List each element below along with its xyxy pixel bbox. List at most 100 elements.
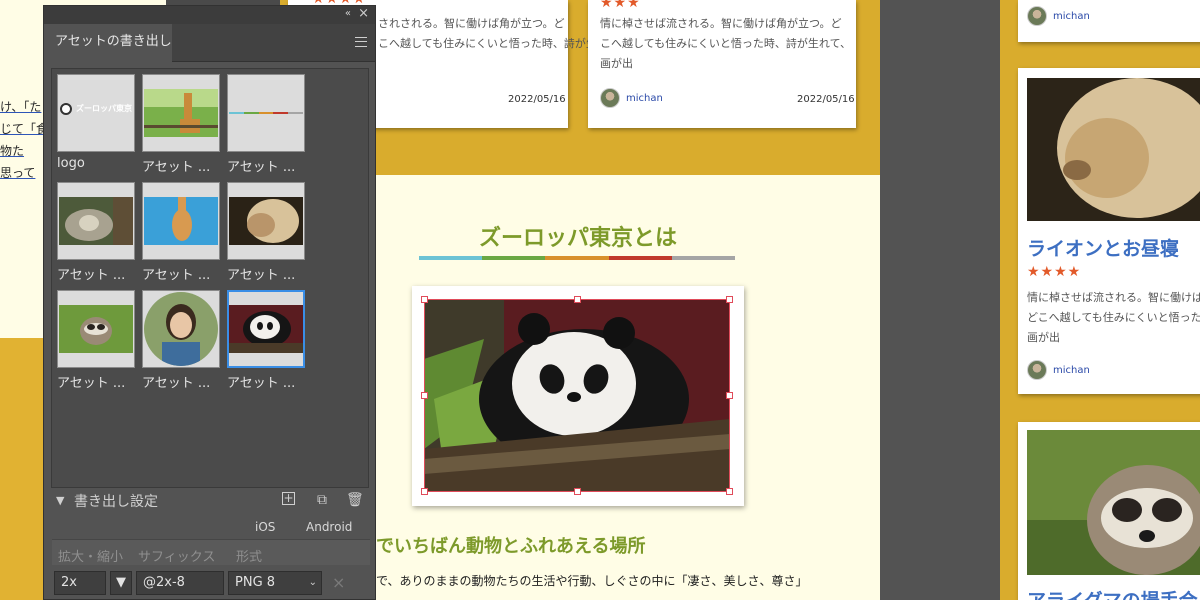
asset-thumbnail[interactable] bbox=[227, 74, 305, 152]
asset-label[interactable]: アセット ... bbox=[142, 156, 220, 175]
panel-titlebar[interactable]: « × bbox=[44, 6, 375, 24]
card-author[interactable]: michan bbox=[1027, 6, 1090, 26]
panda-image bbox=[229, 305, 303, 353]
raccoon-thumb-illustration bbox=[59, 305, 133, 353]
lion-photo bbox=[1027, 78, 1200, 221]
asset-label[interactable]: アセット ... bbox=[227, 264, 305, 283]
export-settings-header: ▼ 書き出し設定 + ⧉ 🗑 bbox=[52, 490, 372, 512]
asset-label[interactable]: logo bbox=[57, 156, 135, 171]
card-author[interactable]: michan bbox=[600, 88, 663, 108]
underline-segment bbox=[482, 256, 546, 260]
resize-handle[interactable] bbox=[726, 392, 733, 399]
asset-thumbnail[interactable] bbox=[227, 290, 305, 368]
left-page-line[interactable]: け、「た bbox=[0, 98, 41, 115]
tiger-image bbox=[59, 197, 133, 245]
raccoon-illustration bbox=[1027, 430, 1200, 575]
asset-thumbnail[interactable] bbox=[57, 182, 135, 260]
left-page-line[interactable]: 物た bbox=[0, 142, 24, 159]
scale-dropdown-button[interactable]: ▼ bbox=[110, 571, 132, 595]
asset-thumbnail[interactable] bbox=[142, 182, 220, 260]
asset-item[interactable]: アセット ... bbox=[142, 182, 220, 283]
asset-thumbnail[interactable] bbox=[142, 290, 220, 368]
format-select[interactable]: PNG 8 ⌄ bbox=[228, 571, 322, 595]
resize-handle[interactable] bbox=[421, 488, 428, 495]
card-excerpt: されされる。智に働けば角が立つ。ど bbox=[378, 17, 565, 30]
giraffe-field-illustration bbox=[144, 89, 218, 137]
left-page-line[interactable]: じて「食 bbox=[0, 120, 48, 137]
card-excerpt: どこへ越しても住みにくいと悟った bbox=[1027, 311, 1200, 324]
scale-input[interactable]: 2x bbox=[54, 571, 106, 595]
article-card[interactable]: ★★★ 情に棹させば流される。智に働けば角が立つ。ど こへ越しても住みにくいと悟… bbox=[588, 0, 856, 128]
asset-label[interactable]: アセット ... bbox=[142, 264, 220, 283]
triangle-down-icon[interactable]: ▼ bbox=[56, 494, 64, 507]
article-card[interactable]: michan bbox=[1018, 0, 1200, 42]
resize-handle[interactable] bbox=[574, 296, 581, 303]
suffix-input[interactable]: @2x-8 bbox=[136, 571, 224, 595]
color-line-image bbox=[229, 112, 303, 114]
duplicate-icon[interactable]: ⧉ bbox=[314, 492, 330, 508]
resize-handle[interactable] bbox=[421, 392, 428, 399]
underline-segment bbox=[671, 256, 736, 260]
format-select-value: PNG 8 bbox=[235, 575, 276, 590]
ios-preset-button[interactable]: iOS bbox=[255, 520, 275, 534]
asset-thumbnail[interactable] bbox=[227, 182, 305, 260]
card-excerpt: 画が出 bbox=[1027, 331, 1060, 344]
card-excerpt: 情に棹させば流される。智に働けば bbox=[1027, 291, 1200, 304]
card-date: 2022/05/16 bbox=[797, 94, 855, 105]
resize-handle[interactable] bbox=[421, 296, 428, 303]
rating-stars: ★★★★ bbox=[1027, 264, 1082, 280]
android-preset-button[interactable]: Android bbox=[306, 520, 352, 534]
asset-item[interactable]: アセット ... bbox=[57, 290, 135, 391]
article-card[interactable]: ライオンとお昼寝 ★★★★ 情に棹させば流される。智に働けば どこへ越しても住み… bbox=[1018, 68, 1200, 394]
asset-thumbnail[interactable] bbox=[57, 290, 135, 368]
add-icon[interactable]: + bbox=[282, 492, 295, 505]
asset-item[interactable]: アセット ... bbox=[142, 290, 220, 391]
asset-label[interactable]: アセット ... bbox=[142, 372, 220, 391]
underline-segment bbox=[545, 256, 609, 260]
article-card[interactable]: アライグマの場手合 bbox=[1018, 422, 1200, 600]
asset-label[interactable]: アセット ... bbox=[57, 372, 135, 391]
resize-handle[interactable] bbox=[726, 296, 733, 303]
resize-handle[interactable] bbox=[726, 488, 733, 495]
export-columns-header: 拡大・縮小 サフィックス 形式 bbox=[52, 539, 370, 565]
tiger-illustration bbox=[59, 197, 133, 245]
trash-icon[interactable]: 🗑 bbox=[346, 492, 364, 508]
export-settings-label[interactable]: 書き出し設定 bbox=[74, 491, 158, 511]
asset-item-selected[interactable]: アセット ... bbox=[227, 290, 305, 391]
card-title[interactable]: ライオンとお昼寝 bbox=[1027, 234, 1179, 261]
tab-asset-export[interactable]: アセットの書き出し bbox=[44, 24, 172, 62]
asset-label[interactable]: アセット ... bbox=[227, 156, 305, 175]
section-title: ズーロッパ東京とは bbox=[478, 226, 677, 251]
person-image bbox=[144, 292, 218, 366]
lion-illustration bbox=[1027, 78, 1200, 221]
panel-menu-icon[interactable] bbox=[355, 37, 367, 47]
asset-label[interactable]: アセット ... bbox=[57, 264, 135, 283]
remove-row-icon[interactable]: × bbox=[332, 573, 345, 592]
asset-export-panel: « × アセットの書き出し ズーロッパ東京 logo アセット ... アセット… bbox=[43, 5, 376, 600]
raccoon-image bbox=[59, 305, 133, 353]
card-author[interactable]: michan bbox=[1027, 360, 1090, 380]
asset-item[interactable]: アセット ... bbox=[227, 74, 305, 175]
format-column-label: 形式 bbox=[236, 550, 263, 565]
asset-thumbnail[interactable] bbox=[142, 74, 220, 152]
selection-box[interactable] bbox=[421, 296, 733, 495]
collapse-icon[interactable]: « bbox=[345, 8, 351, 19]
asset-item[interactable]: アセット ... bbox=[142, 74, 220, 175]
close-icon[interactable]: × bbox=[358, 6, 369, 21]
suffix-column-label: サフィックス bbox=[138, 550, 216, 565]
card-title[interactable]: アライグマの場手合 bbox=[1027, 586, 1198, 600]
logo-text: ズーロッパ東京 bbox=[76, 104, 132, 113]
asset-label[interactable]: アセット ... bbox=[227, 372, 305, 391]
resize-handle[interactable] bbox=[574, 488, 581, 495]
title-underline-bar bbox=[419, 256, 736, 260]
left-page-line[interactable]: 思って bbox=[0, 164, 35, 181]
sub-heading: でいちばん動物とふれあえる場所 bbox=[376, 536, 646, 557]
asset-grid[interactable]: ズーロッパ東京 logo アセット ... アセット ... アセット ... … bbox=[51, 68, 369, 488]
asset-thumbnail[interactable]: ズーロッパ東京 bbox=[57, 74, 135, 152]
asset-item[interactable]: アセット ... bbox=[57, 182, 135, 283]
card-excerpt: こへ越しても住みにくいと悟った時、詩が生れて、 bbox=[600, 37, 852, 50]
asset-item[interactable]: アセット ... bbox=[227, 182, 305, 283]
asset-item[interactable]: ズーロッパ東京 logo bbox=[57, 74, 135, 171]
card-excerpt: 画が出 bbox=[600, 57, 633, 70]
export-setting-row: 2x ▼ @2x-8 PNG 8 ⌄ × bbox=[52, 571, 370, 597]
